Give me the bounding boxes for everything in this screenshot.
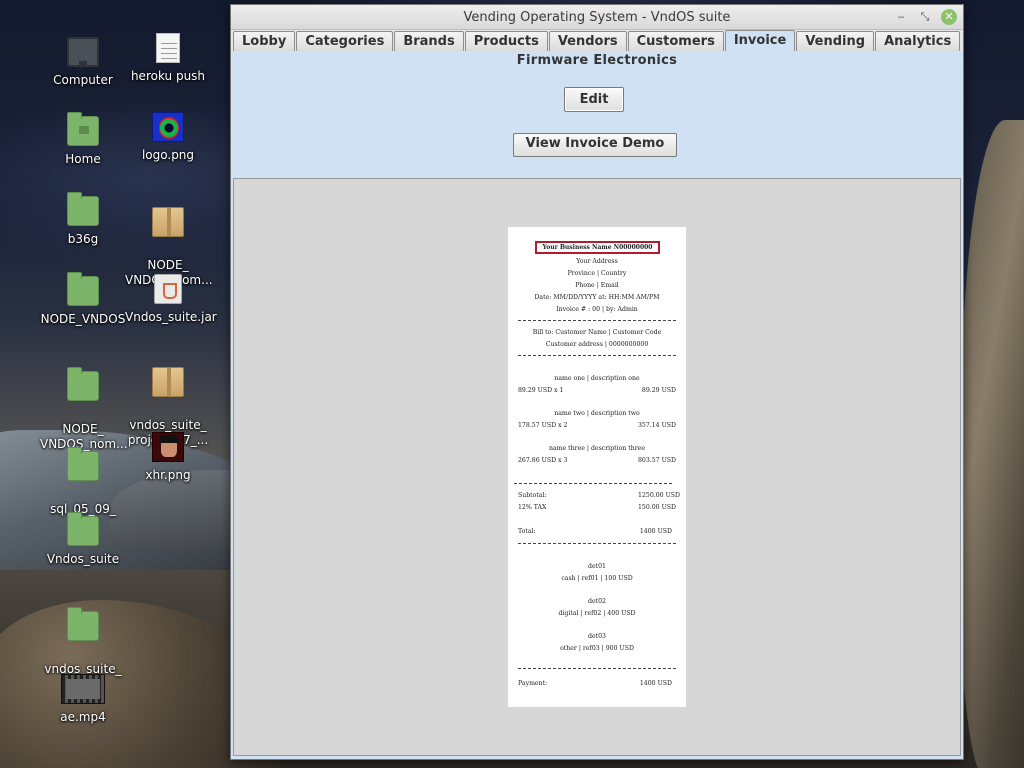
tab-products[interactable]: Products (464, 31, 548, 51)
tab-vending[interactable]: Vending (796, 31, 875, 51)
folder-icon (67, 272, 99, 306)
receipt-payment-id: det01 (588, 563, 606, 570)
image-icon (152, 112, 184, 142)
video-icon (61, 674, 105, 704)
image-icon (152, 432, 184, 462)
folder-icon (67, 447, 99, 481)
archive-icon (152, 207, 184, 237)
receipt-item-name: name three | description three (549, 445, 645, 452)
home-folder-icon (67, 112, 99, 146)
restore-icon[interactable]: ⤡ (917, 9, 933, 25)
receipt-item-row: 267.86 USD x 3 803.57 USD (518, 457, 676, 464)
app-window: Vending Operating System - VndOS suite ‒… (230, 4, 964, 760)
window-controls: ‒ ⤡ ✕ (893, 9, 957, 25)
receipt-item-row: 89.29 USD x 1 89.29 USD (518, 387, 676, 394)
folder-icon (67, 512, 99, 546)
archive-icon (152, 367, 184, 397)
window-title: Vending Operating System - VndOS suite (463, 9, 731, 25)
desktop-icon-home[interactable]: Home (40, 112, 126, 167)
folder-icon (67, 192, 99, 226)
receipt-payment-line: digital | ref02 | 400 USD (558, 610, 636, 617)
tab-customers[interactable]: Customers (627, 31, 724, 51)
java-jar-icon (154, 274, 182, 304)
receipt-separator (518, 320, 676, 321)
receipt-item-row: 178.57 USD x 2 357.14 USD (518, 422, 676, 429)
invoice-receipt: Your Business Name N00000000 Your Addres… (508, 227, 686, 707)
minimize-icon[interactable]: ‒ (893, 9, 909, 25)
desktop-icon-vndos-jar[interactable]: Vndos_suite.jar (125, 274, 217, 325)
company-name: Firmware Electronics (516, 53, 678, 68)
tab-bar: Lobby Categories Brands Products Vendors… (231, 30, 963, 51)
edit-button[interactable]: Edit (564, 87, 624, 112)
desktop-icon-xhr-png[interactable]: xhr.png (125, 432, 211, 483)
receipt-separator (518, 668, 676, 669)
receipt-separator (518, 355, 676, 356)
desktop-icon-node-vndos[interactable]: NODE_VNDOS (40, 272, 126, 327)
view-invoice-demo-button[interactable]: View Invoice Demo (513, 133, 677, 157)
receipt-payment-line: other | ref03 | 900 USD (560, 645, 634, 652)
invoice-preview-area: Your Business Name N00000000 Your Addres… (233, 178, 961, 756)
receipt-province: Province | Country (567, 270, 627, 277)
close-icon[interactable]: ✕ (941, 9, 957, 25)
receipt-invoice-number: Invoice # : 00 | by: Admin (556, 306, 638, 313)
desktop-icon-b36g[interactable]: b36g (40, 192, 126, 247)
receipt-address: Your Address (576, 258, 618, 265)
desktop-icon-logo-png[interactable]: logo.png (125, 112, 211, 163)
computer-icon (67, 37, 99, 67)
receipt-payment-id: det02 (588, 598, 606, 605)
receipt-customer-address: Customer address | 0000000000 (545, 341, 649, 348)
receipt-phone: Phone | Email (575, 282, 619, 289)
folder-icon (67, 367, 99, 401)
folder-icon (67, 607, 99, 641)
tab-vendors[interactable]: Vendors (548, 31, 627, 51)
tab-invoice[interactable]: Invoice (724, 30, 796, 51)
receipt-separator (514, 483, 672, 484)
tab-brands[interactable]: Brands (394, 31, 464, 51)
tab-analytics[interactable]: Analytics (875, 31, 961, 51)
receipt-payment-line: cash | ref01 | 100 USD (561, 575, 633, 582)
receipt-payment-id: det03 (588, 633, 606, 640)
receipt-bill-to: Bill to: Customer Name | Customer Code (532, 329, 662, 336)
receipt-tax-row: 12% TAX 150.00 USD (518, 504, 676, 511)
receipt-business-name: Your Business Name N00000000 (535, 241, 660, 254)
text-file-icon (156, 33, 180, 63)
desktop-icon-ae-mp4[interactable]: ae.mp4 (40, 674, 126, 725)
tab-categories[interactable]: Categories (296, 31, 394, 51)
receipt-item-name: name two | description two (554, 410, 640, 417)
receipt-item-name: name one | description one (554, 375, 640, 382)
receipt-separator (518, 543, 676, 544)
wallpaper-cliff (960, 120, 1024, 768)
desktop-icon-heroku-push[interactable]: heroku push (125, 33, 211, 84)
desktop-icon-vndos-suite[interactable]: Vndos_suite (40, 512, 126, 567)
tab-lobby[interactable]: Lobby (233, 31, 296, 51)
receipt-payment-row: Payment: 1400 USD (518, 680, 672, 687)
receipt-date: Date: MM/DD/YYYY at: HH:MM AM/PM (534, 294, 660, 301)
receipt-total-row: Total: 1400 USD (518, 528, 672, 535)
invoice-panel: Firmware Electronics Edit View Invoice D… (231, 51, 963, 759)
receipt-subtotal-row: Subtotal: 1250.00 USD (518, 492, 680, 499)
desktop-icon-computer[interactable]: Computer (40, 33, 126, 88)
title-bar[interactable]: Vending Operating System - VndOS suite ‒… (231, 5, 963, 30)
